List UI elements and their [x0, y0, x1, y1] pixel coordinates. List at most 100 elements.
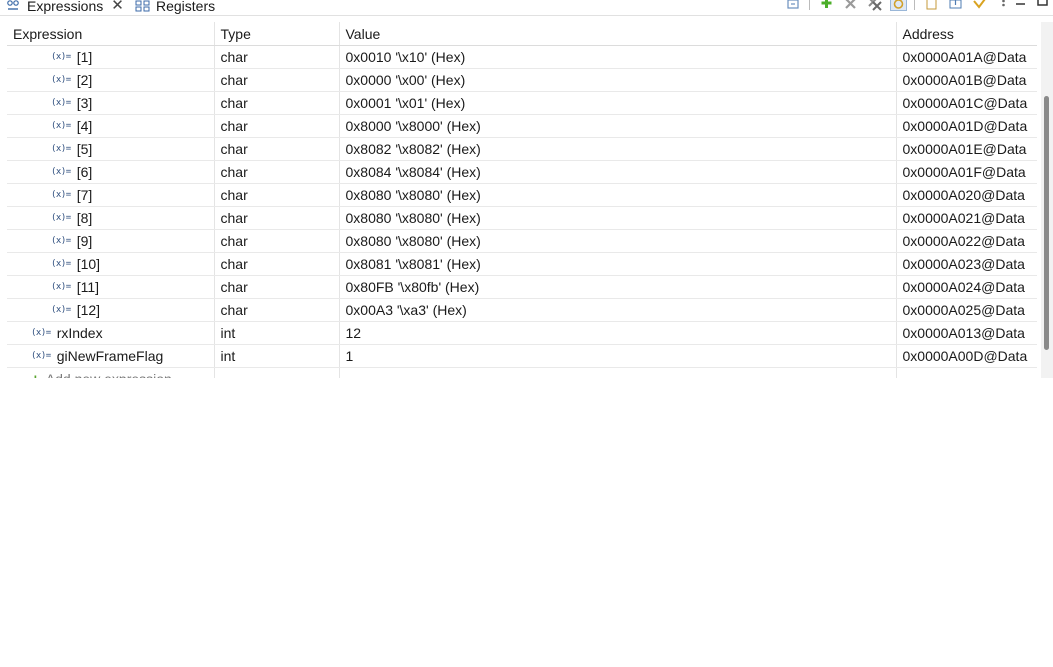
table-row[interactable]: (x)= [4] char 0x8000 '\x8000' (Hex) 0x0000A0…: [7, 114, 1037, 138]
import-icon[interactable]: [971, 0, 988, 11]
variable-icon: (x)=: [51, 213, 71, 223]
column-header-expression[interactable]: Expression: [7, 22, 215, 46]
add-plus-icon: +: [31, 371, 40, 379]
value-cell[interactable]: 0x80FB '\x80fb' (Hex): [339, 275, 897, 299]
add-new-expression-row[interactable]: + Add new expression: [7, 367, 1037, 379]
address-cell: 0x0000A01C@Data: [896, 91, 1037, 115]
expression-cell[interactable]: (x)= [12]: [7, 298, 215, 322]
table-row[interactable]: (x)= [2] char 0x0000 '\x00' (Hex) 0x0000A01B…: [7, 68, 1037, 92]
view-menu-icon[interactable]: [995, 0, 1012, 11]
export-icon[interactable]: [947, 0, 964, 11]
value-cell[interactable]: 0x8080 '\x8080' (Hex): [339, 206, 897, 230]
scrollbar-thumb[interactable]: [1044, 96, 1049, 350]
remove-all-expressions-icon[interactable]: [866, 0, 883, 11]
tab-expressions[interactable]: Expressions ✕: [6, 0, 124, 15]
add-expression-cell[interactable]: + Add new expression: [7, 367, 215, 379]
expression-name: [6]: [76, 164, 93, 180]
expression-cell[interactable]: (x)= [6]: [7, 160, 215, 184]
table-row[interactable]: (x)= [1] char 0x0010 '\x10' (Hex) 0x0000A01A…: [7, 45, 1037, 69]
expression-name: [5]: [76, 141, 93, 157]
expression-name: giNewFrameFlag: [56, 348, 164, 364]
type-cell: char: [214, 91, 340, 115]
maximize-icon[interactable]: [1036, 0, 1050, 8]
view-toolbar: [785, 0, 1019, 12]
toolbar-separator: [914, 0, 915, 10]
value-cell[interactable]: 0x00A3 '\xa3' (Hex): [339, 298, 897, 322]
expressions-table: Expression Type Value Address (x)= [1] cha…: [7, 22, 1037, 378]
address-cell: [896, 368, 1037, 379]
variable-icon: (x)=: [51, 305, 71, 315]
expression-cell[interactable]: (x)= [4]: [7, 114, 215, 138]
column-header-value[interactable]: Value: [339, 22, 897, 46]
expression-cell[interactable]: (x)= [2]: [7, 68, 215, 92]
expression-cell[interactable]: (x)= [8]: [7, 206, 215, 230]
address-cell: 0x0000A020@Data: [896, 183, 1037, 207]
value-cell[interactable]: 0x0000 '\x00' (Hex): [339, 68, 897, 92]
value-cell[interactable]: 0x8082 '\x8082' (Hex): [339, 137, 897, 161]
variable-icon: (x)=: [51, 121, 71, 131]
minimize-icon[interactable]: [1014, 0, 1028, 8]
expression-name: [12]: [76, 302, 101, 318]
expression-name: [1]: [76, 49, 93, 65]
expression-cell[interactable]: (x)= giNewFrameFlag: [7, 344, 215, 368]
table-row[interactable]: (x)= [12] char 0x00A3 '\xa3' (Hex) 0x0000A02…: [7, 298, 1037, 322]
add-new-expression-label: Add new expression: [46, 371, 172, 378]
value-cell[interactable]: 12: [339, 321, 897, 345]
variable-icon: (x)=: [51, 52, 71, 62]
column-header-type[interactable]: Type: [214, 22, 340, 46]
new-file-icon[interactable]: [923, 0, 940, 11]
type-cell: char: [214, 229, 340, 253]
value-cell[interactable]: 0x8080 '\x8080' (Hex): [339, 229, 897, 253]
value-cell[interactable]: 0x0010 '\x10' (Hex): [339, 45, 897, 69]
variable-icon: (x)=: [51, 259, 71, 269]
toolbar-separator: [809, 0, 810, 10]
expression-name: [9]: [76, 233, 93, 249]
table-row[interactable]: (x)= [7] char 0x8080 '\x8080' (Hex) 0x0000A0…: [7, 183, 1037, 207]
type-cell: char: [214, 160, 340, 184]
tab-expressions-label: Expressions: [27, 0, 104, 14]
expression-cell[interactable]: (x)= [7]: [7, 183, 215, 207]
table-row[interactable]: (x)= [8] char 0x8080 '\x8080' (Hex) 0x0000A0…: [7, 206, 1037, 230]
expression-name: [2]: [76, 72, 93, 88]
value-cell[interactable]: 1: [339, 344, 897, 368]
table-row[interactable]: (x)= rxIndex int 12 0x0000A013@Data: [7, 321, 1037, 345]
registers-icon: [135, 0, 151, 13]
add-expression-icon[interactable]: [818, 0, 835, 11]
table-row[interactable]: (x)= [5] char 0x8082 '\x8082' (Hex) 0x0000A0…: [7, 137, 1037, 161]
close-icon[interactable]: ✕: [111, 0, 124, 13]
variable-icon: (x)=: [51, 144, 71, 154]
expression-name: [7]: [76, 187, 93, 203]
expression-name: [10]: [76, 256, 101, 272]
expression-cell[interactable]: (x)= [9]: [7, 229, 215, 253]
expression-cell[interactable]: (x)= [10]: [7, 252, 215, 276]
value-cell[interactable]: 0x8081 '\x8081' (Hex): [339, 252, 897, 276]
expression-cell[interactable]: (x)= [11]: [7, 275, 215, 299]
variable-icon: (x)=: [31, 351, 51, 361]
remove-expression-icon[interactable]: [842, 0, 859, 11]
expression-cell[interactable]: (x)= rxIndex: [7, 321, 215, 345]
expression-name: [8]: [76, 210, 93, 226]
value-cell[interactable]: 0x8084 '\x8084' (Hex): [339, 160, 897, 184]
expression-cell[interactable]: (x)= [5]: [7, 137, 215, 161]
refresh-toggle-icon[interactable]: [890, 0, 907, 11]
expression-cell[interactable]: (x)= [1]: [7, 45, 215, 69]
table-row[interactable]: (x)= [6] char 0x8084 '\x8084' (Hex) 0x0000A0…: [7, 160, 1037, 184]
value-cell[interactable]: 0x8080 '\x8080' (Hex): [339, 183, 897, 207]
table-row[interactable]: (x)= [11] char 0x80FB '\x80fb' (Hex) 0x0000A…: [7, 275, 1037, 299]
table-row[interactable]: (x)= giNewFrameFlag int 1 0x0000A00D@Data: [7, 344, 1037, 368]
vertical-scrollbar[interactable]: [1041, 22, 1053, 378]
type-cell: char: [214, 68, 340, 92]
table-row[interactable]: (x)= [9] char 0x8080 '\x8080' (Hex) 0x0000A0…: [7, 229, 1037, 253]
expression-cell[interactable]: (x)= [3]: [7, 91, 215, 115]
value-cell[interactable]: 0x0001 '\x01' (Hex): [339, 91, 897, 115]
collapse-all-icon[interactable]: [785, 0, 802, 11]
value-cell[interactable]: 0x8000 '\x8000' (Hex): [339, 114, 897, 138]
type-cell: char: [214, 252, 340, 276]
type-cell: char: [214, 275, 340, 299]
column-header-address[interactable]: Address: [896, 22, 1037, 46]
table-row[interactable]: (x)= [10] char 0x8081 '\x8081' (Hex) 0x0000A…: [7, 252, 1037, 276]
variable-icon: (x)=: [31, 328, 51, 338]
table-row[interactable]: (x)= [3] char 0x0001 '\x01' (Hex) 0x0000A01C…: [7, 91, 1037, 115]
tab-registers[interactable]: Registers: [135, 0, 215, 15]
expression-name: [4]: [76, 118, 93, 134]
